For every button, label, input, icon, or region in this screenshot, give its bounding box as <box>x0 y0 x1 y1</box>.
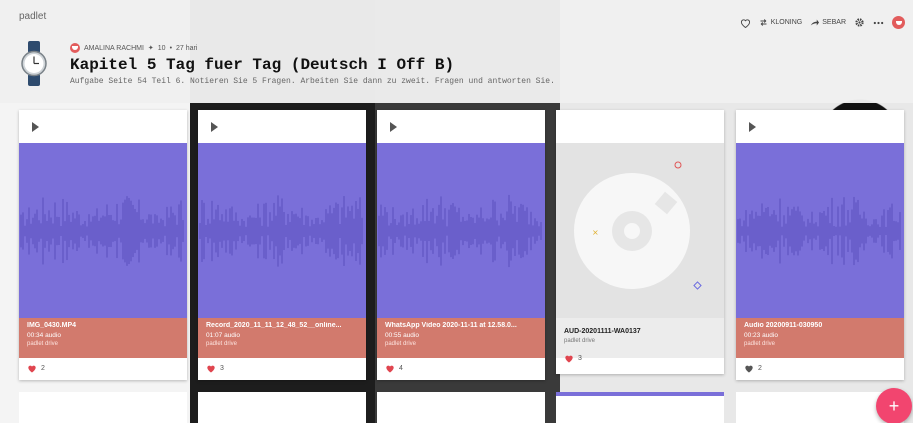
gear-icon <box>855 18 864 27</box>
heart-icon <box>745 365 753 373</box>
post-card[interactable]: IMG_0430.MP4 00:34 audio padlet drive 2 <box>19 110 187 380</box>
more-icon <box>873 21 884 24</box>
time-ago: 27 hari <box>176 44 198 52</box>
svg-text:×: × <box>592 228 599 237</box>
disc-preview: × <box>556 143 724 318</box>
file-source: padlet drive <box>385 341 417 347</box>
post-card[interactable]: × AUD-20201111-WA0137 padlet drive 3 <box>556 110 724 374</box>
play-button[interactable] <box>383 118 401 136</box>
heart-icon <box>28 365 36 373</box>
post-card[interactable]: Audio 20200911-030950 00:23 audio padlet… <box>736 110 904 380</box>
share-icon <box>811 19 820 26</box>
page-subtitle: Aufgabe Seite 54 Teil 6. Notieren Sie 5 … <box>70 77 555 86</box>
heart-outline-icon <box>740 18 750 28</box>
file-source: padlet drive <box>206 341 238 347</box>
post-card[interactable]: Record_2020_11_11_12_48_52__online... 01… <box>198 110 366 380</box>
post-info: Audio 20200911-030950 00:23 audio padlet… <box>736 318 904 358</box>
heart-icon <box>207 365 215 373</box>
like-count[interactable]: 3 <box>564 354 582 363</box>
post-card-partial[interactable] <box>19 392 187 423</box>
file-source: padlet drive <box>564 338 596 344</box>
audio-waveform <box>736 143 904 318</box>
like-number: 4 <box>399 365 403 372</box>
clone-icon <box>760 19 767 26</box>
like-number: 3 <box>220 365 224 372</box>
file-name[interactable]: WhatsApp Video 2020-11-11 at 12.58.0... <box>385 322 537 329</box>
dot-separator: • <box>169 44 173 52</box>
like-count[interactable]: 2 <box>744 364 762 373</box>
heart-icon <box>386 365 394 373</box>
author-avatar <box>70 43 80 53</box>
score: 10 <box>157 44 166 52</box>
file-duration: 00:34 audio <box>27 332 61 339</box>
more-button[interactable] <box>873 21 884 25</box>
like-number: 3 <box>578 355 582 362</box>
author-name: AMALINA RACHMI <box>84 44 144 52</box>
file-name[interactable]: AUD-20201111-WA0137 <box>564 328 716 335</box>
file-duration: 00:23 audio <box>744 332 778 339</box>
clone-label: KLONING <box>770 19 803 26</box>
header: padlet KLONING SEBAR AMALINA RACHMI ✦ 10… <box>0 0 913 103</box>
like-number: 2 <box>41 365 45 372</box>
play-button[interactable] <box>562 118 580 136</box>
add-post-button[interactable]: + <box>876 388 912 423</box>
file-source: padlet drive <box>744 341 776 347</box>
file-duration: 00:55 audio <box>385 332 419 339</box>
post-card-partial[interactable] <box>556 392 724 423</box>
user-avatar[interactable] <box>892 16 905 29</box>
like-count[interactable]: 2 <box>27 364 45 373</box>
watch-icon <box>21 41 47 86</box>
post-card-partial[interactable] <box>198 392 366 423</box>
like-count[interactable]: 3 <box>206 364 224 373</box>
post-meta: AMALINA RACHMI ✦ 10 • 27 hari <box>70 43 197 53</box>
star-icon: ✦ <box>147 45 154 52</box>
audio-waveform <box>198 143 366 318</box>
like-count[interactable]: 4 <box>385 364 403 373</box>
file-source: padlet drive <box>27 341 59 347</box>
post-info: IMG_0430.MP4 00:34 audio padlet drive <box>19 318 187 358</box>
audio-waveform <box>19 143 187 318</box>
post-info: AUD-20201111-WA0137 padlet drive <box>556 318 724 358</box>
heart-icon <box>565 355 573 363</box>
clone-button[interactable]: KLONING <box>759 18 803 27</box>
post-card-partial[interactable] <box>377 392 545 423</box>
like-number: 2 <box>758 365 762 372</box>
brand-logo[interactable]: padlet <box>19 11 46 22</box>
file-duration: 01:07 audio <box>206 332 240 339</box>
post-info: Record_2020_11_11_12_48_52__online... 01… <box>198 318 366 358</box>
share-label: SEBAR <box>822 19 846 26</box>
file-name[interactable]: Record_2020_11_11_12_48_52__online... <box>206 322 358 329</box>
share-button[interactable]: SEBAR <box>810 18 846 27</box>
play-button[interactable] <box>742 118 760 136</box>
toolbar: KLONING SEBAR <box>740 16 905 29</box>
page-title: Kapitel 5 Tag fuer Tag (Deutsch I Off B) <box>70 56 455 74</box>
like-button[interactable] <box>740 18 751 28</box>
file-name[interactable]: IMG_0430.MP4 <box>27 322 179 329</box>
settings-button[interactable] <box>854 17 865 28</box>
post-card[interactable]: WhatsApp Video 2020-11-11 at 12.58.0... … <box>377 110 545 380</box>
post-info: WhatsApp Video 2020-11-11 at 12.58.0... … <box>377 318 545 358</box>
file-name[interactable]: Audio 20200911-030950 <box>744 322 896 329</box>
play-button[interactable] <box>204 118 222 136</box>
audio-waveform <box>377 143 545 318</box>
play-button[interactable] <box>25 118 43 136</box>
